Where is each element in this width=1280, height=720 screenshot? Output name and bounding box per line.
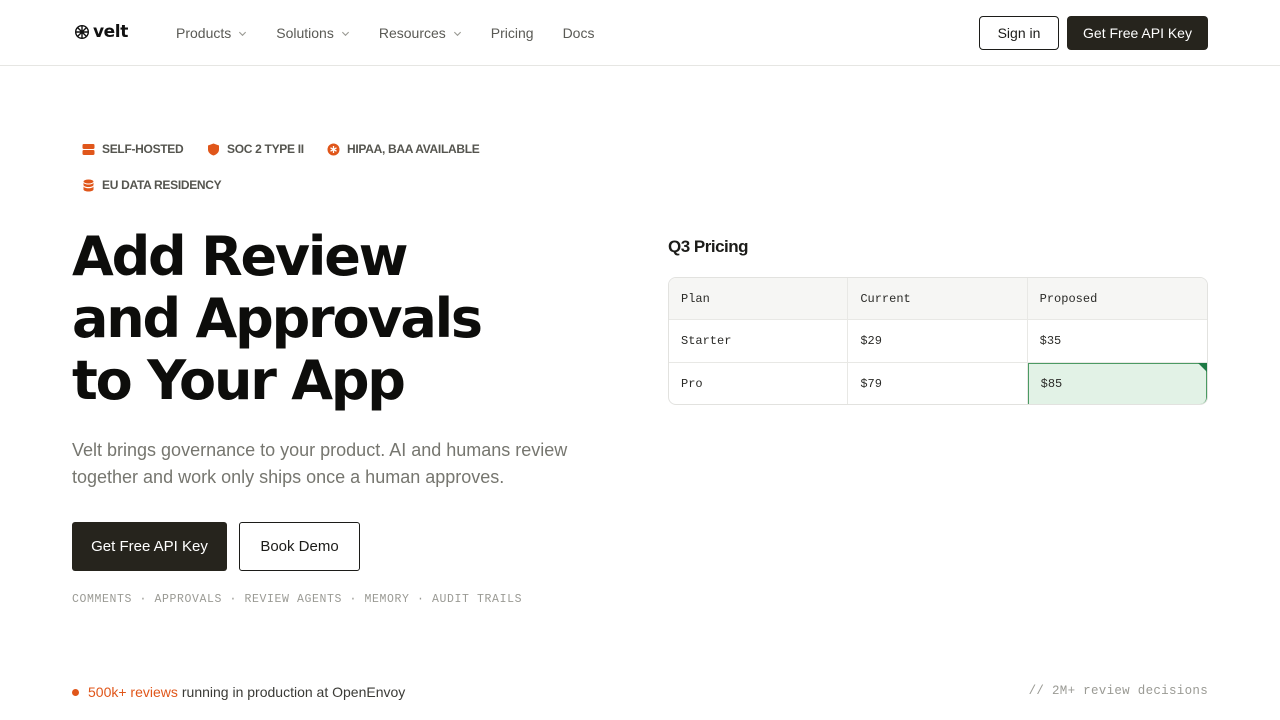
column-header-proposed: Proposed: [1039, 291, 1098, 306]
feature-list: COMMENTS · APPROVALS · REVIEW AGENTS · M…: [72, 593, 523, 606]
nav-products-label: Products: [176, 25, 232, 41]
nav-links: Products Solutions Resources Pricing Doc…: [176, 0, 623, 66]
badge-soc2-label: SOC 2 TYPE II: [227, 142, 304, 156]
badge-self-hosted: SELF-HOSTED: [82, 142, 184, 156]
nav-docs[interactable]: Docs: [563, 25, 595, 41]
decisions-comment: // 2M+ review decisions: [1028, 684, 1208, 698]
cell-pro-proposed-value: $85: [1040, 376, 1063, 391]
hero-subtitle: Velt brings governance to your product. …: [72, 440, 568, 487]
cell-pro-proposed-selected[interactable]: $85: [1027, 362, 1207, 404]
badge-hipaa: HIPAA, BAA AVAILABLE: [327, 142, 480, 156]
nav-pricing[interactable]: Pricing: [491, 25, 534, 41]
nav-solutions[interactable]: Solutions: [276, 25, 350, 41]
get-api-key-nav-button[interactable]: Get Free API Key: [1067, 16, 1208, 50]
cell-starter-plan[interactable]: Starter: [669, 320, 849, 362]
chevron-down-icon: [453, 31, 461, 36]
pricing-table: Plan Current Proposed Starter $29 $35 Pr…: [668, 277, 1208, 405]
stat-highlight: 500k+ reviews: [88, 684, 178, 700]
stat-text: running in production at OpenEnvoy: [181, 684, 406, 700]
nav-docs-label: Docs: [562, 25, 595, 41]
hero-title-line-3: to Your App: [72, 349, 406, 412]
sign-in-button[interactable]: Sign in: [979, 16, 1059, 50]
top-navigation: velt Products Solutions Resources Pricin…: [0, 0, 1280, 66]
badge-eu-residency: EU DATA RESIDENCY: [82, 178, 222, 192]
book-demo-button[interactable]: Book Demo: [239, 522, 360, 571]
table-row: Starter $29 $35: [669, 320, 1207, 363]
cell-starter-current[interactable]: $29: [848, 320, 1028, 362]
table-row: Pro $79 $85: [669, 362, 1207, 404]
cell-pro-current[interactable]: $79: [848, 362, 1028, 404]
velt-logo-icon: [75, 25, 89, 39]
nav-resources[interactable]: Resources: [379, 25, 462, 41]
nav-solutions-label: Solutions: [276, 25, 334, 41]
status-dot-icon: [72, 688, 79, 696]
badge-eu-residency-label: EU DATA RESIDENCY: [102, 178, 222, 192]
cell-starter-proposed[interactable]: $35: [1028, 320, 1207, 362]
nav-pricing-label: Pricing: [490, 25, 534, 41]
database-icon: [83, 179, 94, 191]
badge-soc2: SOC 2 TYPE II: [207, 142, 304, 156]
logo-text: velt: [93, 22, 128, 42]
cell-pro-plan[interactable]: Pro: [669, 362, 849, 404]
logo[interactable]: velt: [75, 22, 128, 42]
badge-hipaa-label: HIPAA, BAA AVAILABLE: [347, 142, 480, 156]
nav-products[interactable]: Products: [176, 25, 247, 41]
shield-icon: [208, 143, 219, 155]
comment-marker-icon[interactable]: [1198, 362, 1207, 372]
nav-resources-label: Resources: [378, 25, 446, 41]
column-header-plan: Plan: [669, 278, 849, 319]
pricing-panel-title: Q3 Pricing: [668, 237, 749, 256]
badge-self-hosted-label: SELF-HOSTED: [102, 142, 184, 156]
table-header-row: Plan Current Proposed: [669, 278, 1207, 320]
hero-title-line-1: Add Review: [72, 225, 409, 288]
server-icon: [82, 143, 95, 155]
production-stat: 500k+ reviews running in production at O…: [72, 684, 405, 700]
column-header-current: Current: [848, 278, 1028, 319]
chevron-down-icon: [239, 31, 247, 36]
get-api-key-button[interactable]: Get Free API Key: [72, 522, 227, 571]
chevron-down-icon: [341, 31, 349, 36]
hero-title-line-2: and Approvals: [72, 287, 483, 350]
medical-badge-icon: [327, 143, 340, 155]
hero-title: Add Review and Approvals to Your App: [72, 226, 632, 412]
